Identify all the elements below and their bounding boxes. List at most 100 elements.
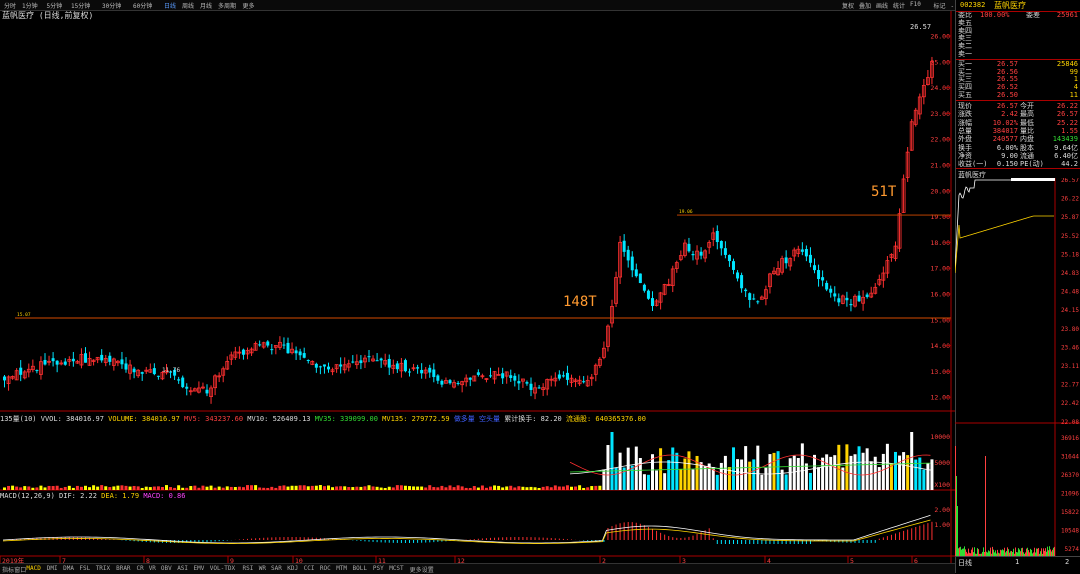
mini-vol-tick: 31644 [1061, 454, 1079, 461]
mini-vol-tick: 26370 [1061, 472, 1079, 479]
volume-bar [367, 485, 371, 490]
volume-bar [468, 487, 472, 490]
mini-price-tick: 24.83 [1061, 270, 1079, 277]
period-tab[interactable]: 1分钟 [22, 1, 38, 10]
main-chart-canvas[interactable]: 26.0025.0024.0023.0022.0021.0020.0019.00… [0, 0, 955, 573]
volume-bar [602, 469, 606, 490]
indicator-tab[interactable]: EMV [194, 565, 205, 572]
indicator-tab[interactable]: ROC [320, 565, 331, 572]
quote-row: 委比 100.00% 委差 25961 [956, 11, 1080, 20]
volume-bar [894, 451, 897, 490]
indicator-tab[interactable]: BRAR [116, 565, 130, 572]
vol-name[interactable]: 135量(10) [0, 415, 37, 423]
indicator-tab[interactable]: SAR [271, 565, 282, 572]
indicator-tab[interactable]: DMI [47, 565, 58, 572]
candle-body [403, 360, 407, 372]
volume-bar [723, 455, 727, 490]
indicator-tab[interactable]: CCI [304, 565, 315, 572]
side-tab-daily[interactable]: 日线 [958, 558, 972, 568]
volume-bar [671, 447, 675, 490]
indicator-toolbar: 指标 窗口 MACD DMI DMA FSL TRIX BRAR CR VR OBV ASI EMV VO… [0, 563, 955, 574]
volume-bar [79, 486, 83, 490]
indicator-tab[interactable]: KDJ [287, 565, 298, 572]
volume-bar [853, 454, 857, 490]
toolbar-button[interactable]: 画线 [876, 1, 888, 10]
quote-row: 买三 26.55 1 [956, 76, 1080, 84]
candle-body [294, 350, 298, 354]
volume-bar [254, 485, 258, 490]
indicator-tab[interactable]: VOL-TDX [210, 565, 235, 572]
volume-bar [525, 487, 529, 490]
quote-cell: 委差 [1026, 11, 1040, 19]
side-tab-2[interactable]: 2 [1065, 558, 1069, 566]
indicator-tab[interactable]: WR [259, 565, 266, 572]
mini-vol-tick: 5274 [1065, 546, 1080, 553]
candle-body [756, 301, 760, 303]
indicator-tab[interactable]: MACD [26, 565, 40, 572]
volume-bar [679, 468, 683, 490]
toolbar-button[interactable]: 统计 [893, 1, 905, 10]
indicator-tab[interactable]: FSL [79, 565, 90, 572]
candle-body [63, 361, 67, 365]
indicator-tab[interactable]: RSI [243, 565, 254, 572]
volume-bar [331, 487, 335, 490]
period-tab[interactable]: 日线 [164, 1, 176, 10]
low-price-label: 11.76 [162, 367, 180, 374]
indicator-tab[interactable]: DMA [63, 565, 74, 572]
volume-bar [63, 486, 67, 490]
volume-bar [444, 487, 448, 490]
period-tab[interactable]: 15分钟 [71, 1, 90, 10]
mini-price-line [955, 179, 1054, 269]
candle-body [314, 363, 318, 368]
volume-bar [408, 486, 411, 490]
volume-bar [104, 486, 108, 490]
volume-bar [282, 485, 286, 490]
indicator-tab[interactable]: CR [137, 565, 144, 572]
volume-bar [3, 487, 6, 490]
candle-body [132, 368, 136, 373]
indicator-tab[interactable]: MCST [389, 565, 403, 572]
candle-body [849, 304, 853, 306]
indicator-tab[interactable]: TRIX [96, 565, 110, 572]
volume-bar [800, 443, 804, 490]
period-tab[interactable]: 30分钟 [102, 1, 121, 10]
macd-name[interactable]: MACD(12,26,9) [0, 492, 55, 500]
volume-bar [140, 487, 144, 490]
toolbar-button[interactable]: 标记 [934, 1, 946, 10]
volume-bar [889, 463, 893, 490]
period-tab[interactable]: 月线 [200, 1, 212, 10]
indicator-tab[interactable]: ASI [177, 565, 188, 572]
mini-avg-line [955, 215, 1054, 274]
candle-body [3, 376, 6, 381]
volume-bar [124, 485, 128, 490]
period-tab[interactable]: 5分钟 [47, 1, 63, 10]
period-tab[interactable]: 多周期 [218, 1, 236, 10]
volume-bar [100, 485, 104, 490]
candle-body [266, 341, 270, 346]
toolbar-button[interactable]: 叠加 [859, 1, 871, 10]
toolbar-button[interactable]: F10 [910, 1, 921, 8]
intraday-chart[interactable]: 26.57 26.22 25.87 25.52 25.18 24.83 24.48 24.15… [955, 178, 1080, 556]
toolbar-button[interactable]: 复权 [842, 1, 854, 10]
side-tab-1[interactable]: 1 [1015, 558, 1019, 566]
candle-body [646, 290, 650, 299]
volume-bar [565, 485, 569, 490]
volume-axis: 10000 5000 X100 [930, 433, 950, 489]
volume-tick: X100 [934, 481, 950, 489]
candle-body [715, 230, 719, 243]
indicator-tab[interactable]: BOLL [353, 565, 367, 572]
mini-price-fill [1011, 178, 1055, 181]
volume-bar [205, 486, 209, 490]
period-tab[interactable]: 更多 [243, 1, 255, 10]
period-tab[interactable]: 60分钟 [133, 1, 152, 10]
quote-cell: 384017 [992, 126, 1018, 135]
indicator-tab[interactable]: OBV [161, 565, 172, 572]
candle-body [800, 249, 804, 252]
indicator-tab[interactable]: MTM [336, 565, 347, 572]
period-tab[interactable]: 周线 [182, 1, 194, 10]
volume-bar [43, 487, 47, 490]
indicator-tab[interactable]: VR [149, 565, 156, 572]
period-tab[interactable]: 分时 [4, 1, 16, 10]
candle-body [351, 361, 355, 363]
indicator-tab[interactable]: PSY [373, 565, 384, 572]
